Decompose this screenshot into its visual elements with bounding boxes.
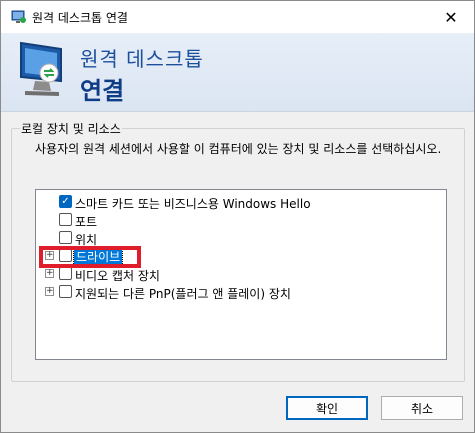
plus-icon[interactable]: + bbox=[45, 269, 54, 278]
cancel-button[interactable]: 취소 bbox=[381, 396, 463, 420]
remote-desktop-icon bbox=[11, 9, 27, 25]
banner-title-line1: 원격 데스크톱 bbox=[80, 47, 204, 71]
annotation-highlight-box bbox=[39, 246, 141, 268]
dialog-window: 원격 데스크톱 연결 ✕ 원격 데스크톱 연결 로컬 장치 및 리소스 사용자의… bbox=[0, 0, 475, 433]
window-title: 원격 데스크톱 연결 bbox=[32, 11, 128, 25]
tree-item-label: 비디오 캡처 장치 bbox=[75, 269, 160, 283]
checkbox-ports[interactable] bbox=[59, 213, 72, 226]
checkbox-pnp-devices[interactable] bbox=[59, 285, 72, 298]
checkbox-video-capture[interactable] bbox=[59, 267, 72, 280]
monitor-remote-icon bbox=[15, 39, 71, 99]
checkbox-smart-card[interactable]: ✓ bbox=[59, 195, 72, 208]
plus-icon[interactable]: + bbox=[45, 287, 54, 296]
checkbox-location[interactable] bbox=[59, 231, 72, 244]
tree-item-label: 스마트 카드 또는 비즈니스용 Windows Hello bbox=[75, 197, 311, 211]
group-title: 로컬 장치 및 리소스 bbox=[20, 120, 122, 137]
ok-button[interactable]: 확인 bbox=[286, 396, 368, 420]
tree-item-label: 포트 bbox=[75, 215, 98, 229]
close-icon: ✕ bbox=[444, 7, 458, 27]
title-bar: 원격 데스크톱 연결 ✕ bbox=[1, 1, 474, 33]
device-tree[interactable]: ✓ 스마트 카드 또는 비즈니스용 Windows Hello 포트 위치 + … bbox=[35, 189, 447, 360]
header-banner: 원격 데스크톱 연결 bbox=[1, 33, 474, 112]
group-description: 사용자의 원격 세션에서 사용할 이 컴퓨터에 있는 장치 및 리소스를 선택하… bbox=[35, 142, 442, 156]
banner-title-line2: 연결 bbox=[80, 77, 125, 105]
tree-item-label: 지원되는 다른 PnP(플러그 앤 플레이) 장치 bbox=[75, 287, 291, 301]
close-button[interactable]: ✕ bbox=[428, 1, 474, 33]
